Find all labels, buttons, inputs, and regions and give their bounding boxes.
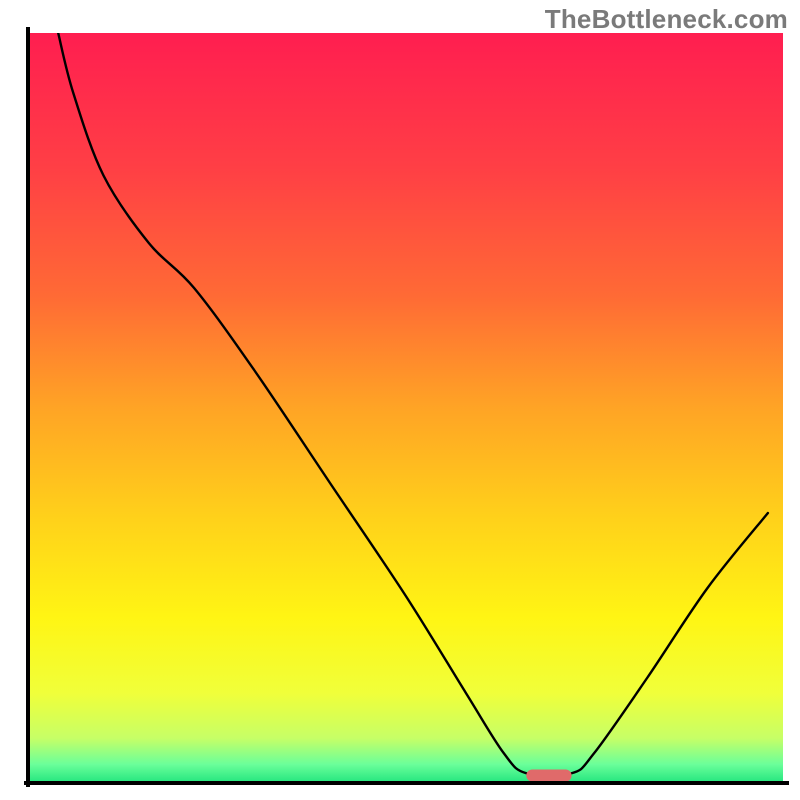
plot-background	[28, 33, 783, 783]
optimal-marker	[526, 770, 571, 782]
chart-container: TheBottleneck.com	[0, 0, 800, 800]
watermark-label: TheBottleneck.com	[545, 4, 788, 35]
bottleneck-chart	[0, 0, 800, 800]
